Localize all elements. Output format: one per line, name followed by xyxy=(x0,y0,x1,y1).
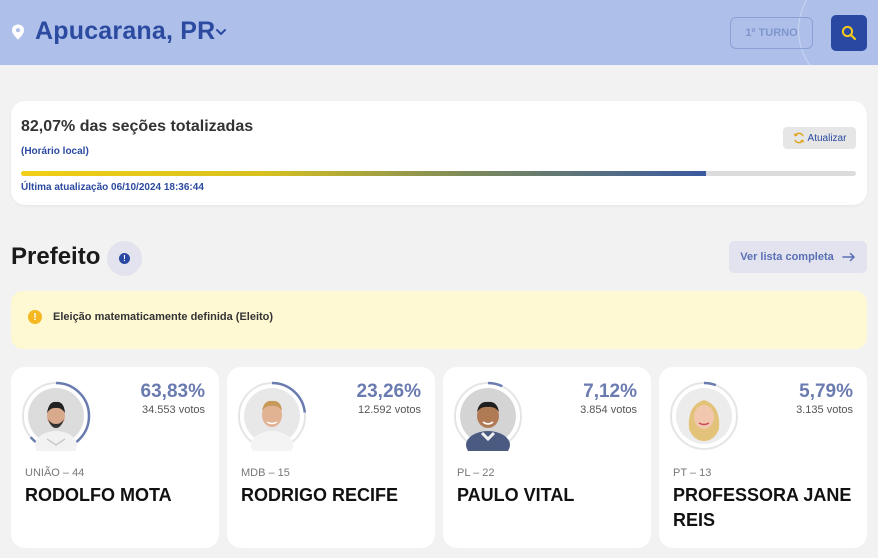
top-header: Apucarana, PR 1º TURNO xyxy=(0,0,878,65)
candidate-name: RODOLFO MOTA xyxy=(25,485,172,505)
arrow-right-icon xyxy=(842,252,855,262)
candidate-photo xyxy=(453,381,523,451)
vote-percentage: 23,26% xyxy=(356,381,421,402)
vote-percentage: 5,79% xyxy=(799,381,853,402)
candidate-card[interactable]: 23,26% 12.592 votos MDB – 15 RODRIGO REC… xyxy=(227,367,435,548)
full-list-label: Ver lista completa xyxy=(740,251,834,263)
party-number: UNIÃO – 44 xyxy=(25,467,85,479)
candidate-card[interactable]: 7,12% 3.854 votos PL – 22 PAULO VITAL xyxy=(443,367,651,548)
candidate-photo xyxy=(237,381,307,451)
info-icon: ! xyxy=(119,253,130,264)
candidate-card[interactable]: 63,83% 34.553 votos UNIÃO – 44 RODOLFO M… xyxy=(11,367,219,548)
candidate-name: PROFESSORA JANE REIS xyxy=(673,485,852,530)
last-update-text: Última atualização 06/10/2024 18:36:44 xyxy=(21,182,204,193)
info-warning-icon: ! xyxy=(28,310,42,324)
timezone-note: (Horário local) xyxy=(21,146,89,157)
search-button[interactable] xyxy=(831,15,867,51)
vote-count: 34.553 votos xyxy=(142,404,205,416)
section-title: Prefeito xyxy=(11,243,101,270)
map-pin-icon xyxy=(12,24,24,40)
refresh-button[interactable]: Atualizar xyxy=(783,127,856,149)
election-notice: ! Eleição matematicamente definida (Elei… xyxy=(11,291,867,349)
chevron-down-icon[interactable] xyxy=(214,27,228,37)
party-number: PL – 22 xyxy=(457,467,495,479)
vote-percentage: 7,12% xyxy=(583,381,637,402)
candidate-name: RODRIGO RECIFE xyxy=(241,485,399,505)
search-icon xyxy=(841,25,857,41)
refresh-label: Atualizar xyxy=(807,132,847,144)
refresh-icon xyxy=(793,132,804,144)
candidate-name: PAULO VITAL xyxy=(457,485,575,505)
vote-count: 3.135 votos xyxy=(796,404,853,416)
candidate-photo xyxy=(21,381,91,451)
candidate-photo xyxy=(669,381,739,451)
totalization-card: 82,07% das seções totalizadas (Horário l… xyxy=(11,101,867,205)
info-button[interactable]: ! xyxy=(107,241,142,276)
totalization-progress-fill xyxy=(21,171,707,176)
full-list-button[interactable]: Ver lista completa xyxy=(729,241,867,273)
round-button[interactable]: 1º TURNO xyxy=(730,17,813,49)
candidate-card[interactable]: 5,79% 3.135 votos PT – 13 PROFESSORA JAN… xyxy=(659,367,867,548)
vote-percentage: 63,83% xyxy=(140,381,205,402)
notice-text: Eleição matematicamente definida (Eleito… xyxy=(53,311,274,323)
city-selector[interactable]: Apucarana, PR xyxy=(35,17,215,46)
vote-count: 12.592 votos xyxy=(358,404,421,416)
vote-count: 3.854 votos xyxy=(580,404,637,416)
totalization-title: 82,07% das seções totalizadas xyxy=(21,118,254,135)
totalization-progress-bar xyxy=(21,171,856,176)
party-number: MDB – 15 xyxy=(241,467,290,479)
party-number: PT – 13 xyxy=(673,467,712,479)
